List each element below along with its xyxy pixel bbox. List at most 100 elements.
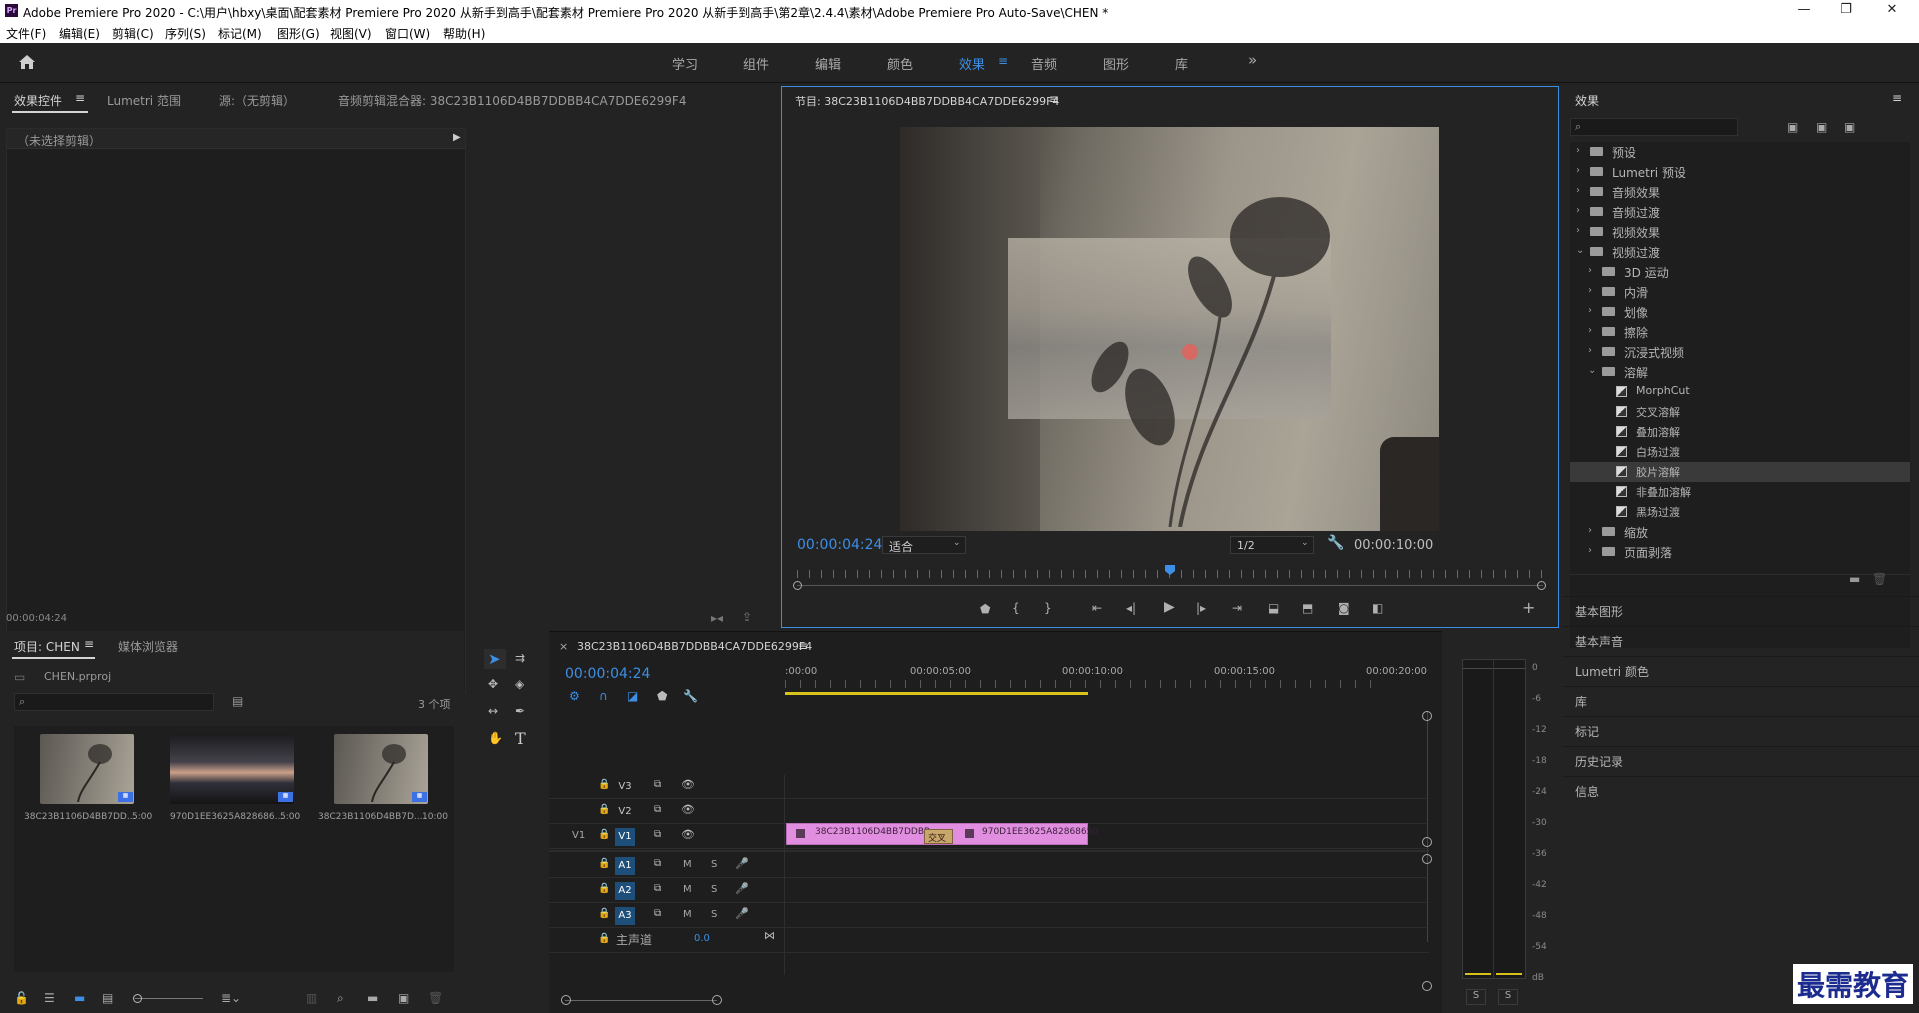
effects-tree-item[interactable]: 交叉溶解 bbox=[1570, 402, 1910, 422]
solo-button[interactable]: S bbox=[711, 884, 717, 895]
delete-icon[interactable]: 🗑 bbox=[1872, 572, 1887, 586]
mute-button[interactable]: M bbox=[683, 884, 692, 895]
effects-tree-item[interactable]: › Lumetri 预设 bbox=[1570, 162, 1910, 182]
add-marker-icon[interactable]: ⬟ bbox=[980, 602, 990, 616]
play-icon[interactable]: ▶ bbox=[1164, 599, 1175, 615]
menu-view[interactable]: 视图(V) bbox=[330, 25, 372, 42]
side-panel-header[interactable]: 信息 bbox=[1562, 776, 1919, 804]
menu-edit[interactable]: 编辑(E) bbox=[59, 25, 100, 42]
work-area-bar[interactable] bbox=[785, 692, 1088, 695]
sync-lock-icon[interactable]: ⧉ bbox=[654, 779, 661, 790]
workspace-assembly[interactable]: 组件 bbox=[743, 54, 769, 73]
solo-right-button[interactable]: S bbox=[1498, 989, 1518, 1005]
wrench-icon[interactable]: 🔧 bbox=[1327, 535, 1344, 551]
solo-button[interactable]: S bbox=[711, 909, 717, 920]
chevron-down-icon[interactable]: ⌄ bbox=[1576, 245, 1584, 256]
tab-effect-controls[interactable]: 效果控件 bbox=[14, 92, 62, 109]
step-back-icon[interactable]: ◂| bbox=[1126, 601, 1136, 615]
menu-help[interactable]: 帮助(H) bbox=[443, 25, 485, 42]
microphone-icon[interactable]: 🎤 bbox=[735, 882, 749, 895]
mark-out-icon[interactable]: } bbox=[1044, 601, 1052, 615]
resolution-dropdown[interactable]: 1/2 ⌄ bbox=[1230, 536, 1314, 554]
chevron-right-icon[interactable]: › bbox=[1588, 265, 1592, 276]
workspace-effects[interactable]: 效果 bbox=[959, 54, 985, 73]
solo-left-button[interactable]: S bbox=[1466, 989, 1486, 1005]
zoom-handle-left[interactable] bbox=[793, 581, 802, 590]
program-timecode[interactable]: 00:00:04:24 bbox=[797, 537, 882, 553]
chevron-right-icon[interactable]: › bbox=[1576, 145, 1580, 156]
maximize-button[interactable]: ❐ bbox=[1826, 2, 1866, 20]
workspace-graphics[interactable]: 图形 bbox=[1103, 54, 1129, 73]
chevron-right-icon[interactable]: › bbox=[1588, 285, 1592, 296]
find-icon[interactable]: ⌕ bbox=[337, 991, 344, 1006]
side-panel-header[interactable]: 历史记录 bbox=[1562, 746, 1919, 774]
workspace-more-icon[interactable]: » bbox=[1248, 51, 1257, 69]
chevron-right-icon[interactable]: › bbox=[1588, 345, 1592, 356]
vertical-scroll-handle[interactable] bbox=[1422, 854, 1432, 864]
lock-icon[interactable]: 🔒 bbox=[598, 883, 610, 894]
accelerated-effects-icon[interactable]: ▣ bbox=[1787, 120, 1798, 134]
step-forward-icon[interactable]: |▸ bbox=[1196, 601, 1206, 615]
tab-source[interactable]: 源:（无剪辑） bbox=[219, 92, 295, 109]
effects-tree-item[interactable]: 胶片溶解 bbox=[1570, 462, 1910, 482]
home-icon[interactable] bbox=[18, 54, 36, 70]
effects-tree-item[interactable]: › 缩放 bbox=[1570, 522, 1910, 542]
eye-icon[interactable]: 👁 bbox=[681, 778, 695, 791]
effects-menu-icon[interactable]: ≡ bbox=[1892, 91, 1902, 105]
program-menu-icon[interactable]: ≡ bbox=[1049, 92, 1059, 106]
effects-tree-item[interactable]: 非叠加溶解 bbox=[1570, 482, 1910, 502]
lock-icon[interactable]: 🔓 bbox=[14, 991, 29, 1005]
automate-icon[interactable]: ▥ bbox=[306, 991, 317, 1005]
source-track-label[interactable]: V1 bbox=[572, 830, 585, 841]
close-sequence-icon[interactable]: × bbox=[559, 640, 568, 653]
effects-tree-item[interactable]: › 3D 运动 bbox=[1570, 262, 1910, 282]
track-target-button[interactable]: A3 bbox=[615, 907, 635, 925]
effects-tree-item[interactable]: › 预设 bbox=[1570, 142, 1910, 162]
nest-icon[interactable]: ⚙ bbox=[569, 689, 580, 703]
eye-icon[interactable]: 👁 bbox=[681, 828, 695, 841]
lift-icon[interactable]: ⬓ bbox=[1268, 601, 1279, 615]
sync-lock-icon[interactable]: ⧉ bbox=[654, 804, 661, 815]
chevron-right-icon[interactable]: › bbox=[1576, 165, 1580, 176]
timeline-clip[interactable]: 38C23B1106D4BB7DDBB 970D1EE3625A82868650… bbox=[786, 823, 1098, 845]
type-tool-icon[interactable]: T bbox=[515, 729, 526, 748]
tab-project[interactable]: 项目: CHEN bbox=[14, 638, 80, 655]
eye-icon[interactable]: 👁 bbox=[681, 803, 695, 816]
track-target-button[interactable]: V2 bbox=[615, 803, 635, 821]
expand-triangle-icon[interactable]: ▶ bbox=[453, 132, 461, 143]
snap-icon[interactable]: ∩ bbox=[599, 689, 608, 703]
menu-sequence[interactable]: 序列(S) bbox=[165, 25, 206, 42]
sync-lock-icon[interactable]: ⧉ bbox=[654, 883, 661, 894]
mute-button[interactable]: M bbox=[683, 859, 692, 870]
effects-tree-item[interactable]: MorphCut bbox=[1570, 382, 1910, 402]
effects-tree-item[interactable]: › 擦除 bbox=[1570, 322, 1910, 342]
effects-tree-item[interactable]: › 页面剥落 bbox=[1570, 542, 1910, 562]
export-icon[interactable]: ⇪ bbox=[742, 610, 752, 624]
track-select-tool-icon[interactable]: ⇉ bbox=[515, 651, 525, 665]
chevron-right-icon[interactable]: › bbox=[1588, 305, 1592, 316]
new-bin-icon[interactable]: ▬ bbox=[367, 991, 378, 1005]
sort-icon[interactable]: ≣⌄ bbox=[221, 991, 241, 1005]
track-target-button[interactable]: V1 bbox=[615, 828, 635, 846]
effects-tree-item[interactable]: › 视频效果 bbox=[1570, 222, 1910, 242]
panel-menu-icon[interactable]: ≡ bbox=[75, 91, 85, 105]
workspace-audio[interactable]: 音频 bbox=[1031, 54, 1057, 73]
sync-lock-icon[interactable]: ⧉ bbox=[654, 858, 661, 869]
effects-tree-item[interactable]: › 内滑 bbox=[1570, 282, 1910, 302]
freeform-view-icon[interactable]: ▤ bbox=[102, 991, 113, 1005]
side-panel-header[interactable]: 基本声音 bbox=[1562, 626, 1919, 654]
comparison-view-icon[interactable]: ◧ bbox=[1372, 601, 1383, 615]
track-target-button[interactable]: V3 bbox=[615, 778, 635, 796]
lock-icon[interactable]: 🔒 bbox=[598, 933, 610, 944]
fit-dropdown[interactable]: 适合 ⌄ bbox=[882, 536, 966, 554]
zoom-slider-handle[interactable] bbox=[133, 994, 142, 1003]
clear-icon[interactable]: 🗑 bbox=[428, 991, 443, 1005]
tab-media-browser[interactable]: 媒体浏览器 bbox=[118, 638, 178, 655]
timeline-settings-icon[interactable]: 🔧 bbox=[683, 689, 698, 703]
tab-audio-clip-mixer[interactable]: 音频剪辑混合器: 38C23B1106D4BB7DDBB4CA7DDE6299F… bbox=[338, 92, 686, 109]
master-expand-icon[interactable]: ⋈ bbox=[764, 929, 775, 942]
menu-graphics[interactable]: 图形(G) bbox=[277, 25, 320, 42]
sync-lock-icon[interactable]: ⧉ bbox=[654, 829, 661, 840]
razor-tool-icon[interactable]: ◈ bbox=[515, 677, 524, 691]
horizontal-scrollbar[interactable] bbox=[565, 1000, 717, 1001]
